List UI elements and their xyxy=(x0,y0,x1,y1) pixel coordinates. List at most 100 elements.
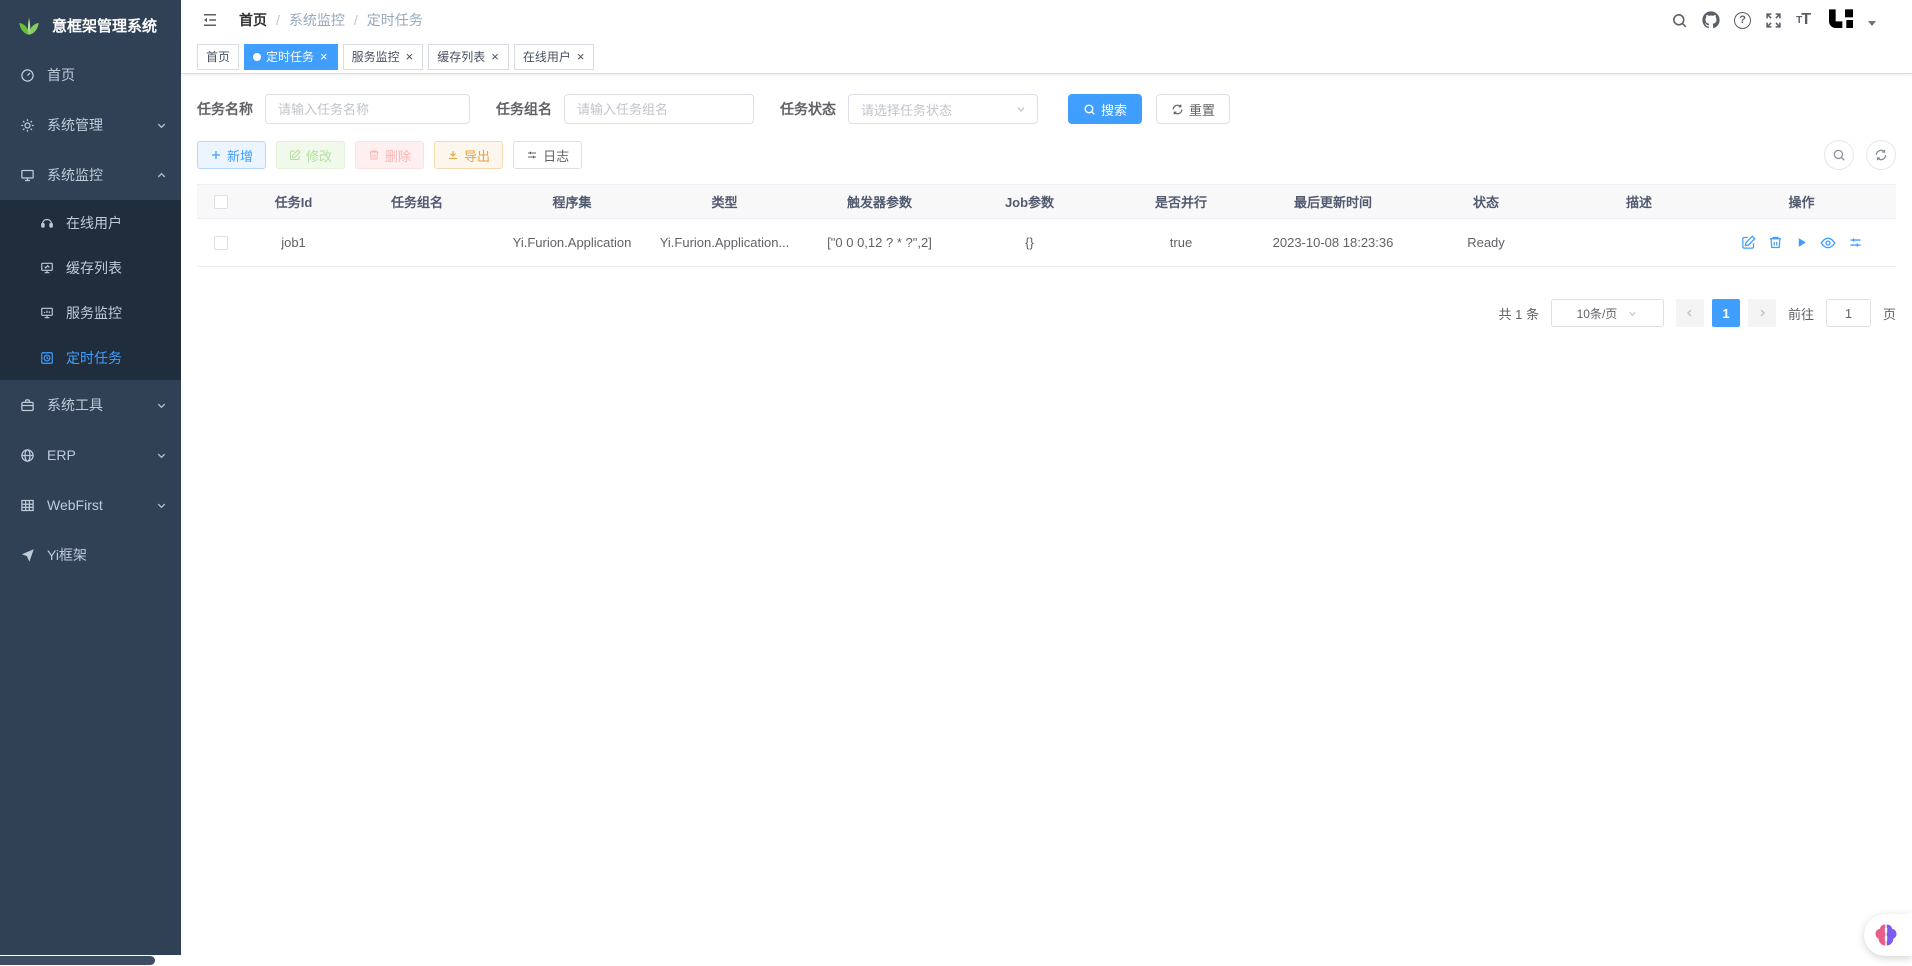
tag-label: 定时任务 xyxy=(266,48,314,65)
row-checkbox[interactable] xyxy=(214,236,228,250)
app-root: 意框架管理系统 首页 系统管理 系统监控 在线用户 xyxy=(0,0,1912,966)
main-area: 首页 / 系统监控 / 定时任务 ? T xyxy=(181,0,1912,966)
fullscreen-button[interactable] xyxy=(1765,12,1782,29)
chevron-down-icon xyxy=(1015,103,1027,115)
fullscreen-icon xyxy=(1765,12,1782,29)
refresh-icon xyxy=(1171,103,1184,116)
sidebar-submenu-monitor: 在线用户 缓存列表 服务监控 定时任务 xyxy=(0,200,181,380)
search-icon xyxy=(1832,148,1846,162)
close-icon[interactable]: × xyxy=(319,50,329,63)
page-unit-label: 页 xyxy=(1883,304,1896,323)
page-content: 任务名称 任务组名 任务状态 请选择任务状态 搜索 xyxy=(181,74,1912,341)
breadcrumb-system-monitor[interactable]: 系统监控 xyxy=(289,10,345,30)
hamburger-fold-icon xyxy=(201,11,219,29)
goto-page-input[interactable] xyxy=(1826,299,1871,327)
row-edit-button[interactable] xyxy=(1741,235,1756,250)
col-trigger-params: 触发器参数 xyxy=(797,185,962,219)
sidebar-item-service-monitor[interactable]: 服务监控 xyxy=(0,290,181,335)
sidebar-item-system-monitor[interactable]: 系统监控 xyxy=(0,150,181,200)
show-search-button[interactable] xyxy=(1824,140,1854,170)
sidebar-item-scheduled-tasks[interactable]: 定时任务 xyxy=(0,335,181,380)
caret-down-icon[interactable] xyxy=(1868,21,1876,26)
tasks-table: 任务Id 任务组名 程序集 类型 触发器参数 Job参数 是否并行 最后更新时间… xyxy=(197,184,1896,267)
edit-button[interactable]: 修改 xyxy=(276,141,345,169)
col-assembly: 程序集 xyxy=(492,185,652,219)
reset-button[interactable]: 重置 xyxy=(1156,94,1230,124)
tag-online-users[interactable]: 在线用户 × xyxy=(514,44,595,70)
cell-status: Ready xyxy=(1401,219,1571,267)
app-title: 意框架管理系统 xyxy=(52,15,157,36)
close-icon[interactable]: × xyxy=(405,50,415,63)
sidebar-item-system-tools[interactable]: 系统工具 xyxy=(0,380,181,430)
tag-scheduled-tasks[interactable]: 定时任务 × xyxy=(244,44,338,70)
chevron-up-icon xyxy=(156,170,167,181)
monitor-icon xyxy=(20,168,35,183)
sidebar-item-label: ERP xyxy=(47,447,144,463)
sidebar-menu: 首页 系统管理 系统监控 在线用户 缓存列表 xyxy=(0,50,181,580)
select-all-checkbox[interactable] xyxy=(214,195,228,209)
table-row[interactable]: job1 Yi.Furion.Application Yi.Furion.App… xyxy=(197,219,1896,267)
row-log-button[interactable] xyxy=(1848,235,1863,250)
prev-page-button[interactable] xyxy=(1676,299,1704,327)
chevron-left-icon xyxy=(1684,307,1696,319)
sidebar: 意框架管理系统 首页 系统管理 系统监控 在线用户 xyxy=(0,0,181,966)
sidebar-item-online-users[interactable]: 在线用户 xyxy=(0,200,181,245)
header-search-button[interactable] xyxy=(1671,12,1688,29)
logo[interactable]: 意框架管理系统 xyxy=(0,0,181,50)
task-name-input[interactable] xyxy=(265,94,470,124)
add-button[interactable]: 新增 xyxy=(197,141,266,169)
next-page-button[interactable] xyxy=(1748,299,1776,327)
help-button[interactable]: ? xyxy=(1734,12,1751,29)
cell-job-id: job1 xyxy=(245,219,342,267)
export-button[interactable]: 导出 xyxy=(434,141,503,169)
row-view-button[interactable] xyxy=(1820,235,1836,251)
sidebar-item-cache-list[interactable]: 缓存列表 xyxy=(0,245,181,290)
screen-icon xyxy=(40,261,54,275)
github-button[interactable] xyxy=(1702,11,1720,29)
row-delete-button[interactable] xyxy=(1768,235,1783,250)
sidebar-item-home[interactable]: 首页 xyxy=(0,50,181,100)
sidebar-collapse-button[interactable] xyxy=(197,11,227,29)
dashboard-icon xyxy=(20,68,35,83)
page-size-select[interactable]: 10条/页 xyxy=(1551,299,1664,327)
font-size-button[interactable]: TT xyxy=(1796,11,1810,29)
filter-task-status: 任务状态 请选择任务状态 xyxy=(780,94,1038,124)
cell-updated: 2023-10-08 18:23:36 xyxy=(1265,219,1401,267)
grid-icon xyxy=(20,498,35,513)
tag-service-monitor[interactable]: 服务监控 × xyxy=(343,44,424,70)
trash-icon xyxy=(368,149,380,161)
horizontal-scrollbar[interactable] xyxy=(0,955,1912,966)
avatar[interactable] xyxy=(1824,3,1858,37)
cell-type: Yi.Furion.Application... xyxy=(652,219,797,267)
user-logo-icon xyxy=(1825,4,1857,36)
sidebar-item-erp[interactable]: ERP xyxy=(0,430,181,480)
tag-label: 缓存列表 xyxy=(437,48,485,65)
breadcrumb-home[interactable]: 首页 xyxy=(239,10,267,30)
page-number-1[interactable]: 1 xyxy=(1712,299,1740,327)
search-icon xyxy=(1671,12,1688,29)
tags-view: 首页 定时任务 × 服务监控 × 缓存列表 × 在线用户 × xyxy=(181,40,1912,74)
assistant-fab[interactable] xyxy=(1864,914,1912,956)
task-group-input[interactable] xyxy=(564,94,754,124)
sidebar-item-yi-framework[interactable]: Yi框架 xyxy=(0,530,181,580)
eye-icon xyxy=(1820,235,1836,251)
tag-cache-list[interactable]: 缓存列表 × xyxy=(428,44,509,70)
task-status-select[interactable]: 请选择任务状态 xyxy=(848,94,1038,124)
close-icon[interactable]: × xyxy=(576,50,586,63)
refresh-table-button[interactable] xyxy=(1866,140,1896,170)
search-button[interactable]: 搜索 xyxy=(1068,94,1142,124)
scrollbar-thumb[interactable] xyxy=(0,956,155,965)
tag-home[interactable]: 首页 xyxy=(197,44,239,70)
breadcrumb-current: 定时任务 xyxy=(367,10,423,30)
col-updated: 最后更新时间 xyxy=(1265,185,1401,219)
sidebar-item-system-management[interactable]: 系统管理 xyxy=(0,100,181,150)
chevron-down-icon xyxy=(156,450,167,461)
close-icon[interactable]: × xyxy=(490,50,500,63)
row-run-button[interactable] xyxy=(1795,236,1808,249)
log-button[interactable]: 日志 xyxy=(513,141,582,169)
filter-form: 任务名称 任务组名 任务状态 请选择任务状态 搜索 xyxy=(197,94,1896,124)
goto-label: 前往 xyxy=(1788,304,1814,323)
sidebar-item-webfirst[interactable]: WebFirst xyxy=(0,480,181,530)
delete-button[interactable]: 删除 xyxy=(355,141,424,169)
navbar-actions: ? TT xyxy=(1671,3,1896,37)
